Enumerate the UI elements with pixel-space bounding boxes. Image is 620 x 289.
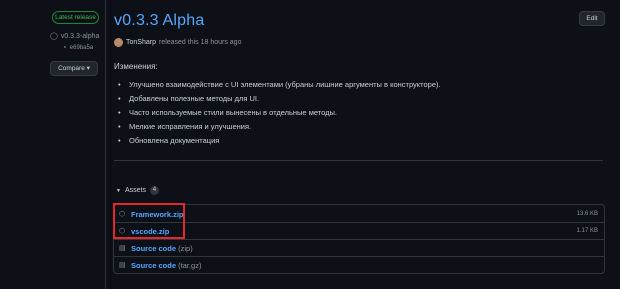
avatar[interactable]	[114, 38, 123, 47]
list-item: Мелкие исправления и улучшения.	[118, 120, 441, 134]
assets-toggle[interactable]: ▼ Assets 4	[116, 186, 159, 195]
asset-link-name: Source code	[131, 260, 177, 270]
asset-size: 1.17 KB	[576, 228, 598, 234]
divider	[114, 160, 603, 161]
asset-link[interactable]: Source code (tar.gz)	[131, 261, 201, 270]
asset-link[interactable]: Source code (zip)	[131, 244, 193, 253]
compare-label: Compare	[58, 65, 85, 72]
git-commit-icon: ∘	[63, 45, 67, 51]
release-notes-list: Улучшено взаимодействие с UI элементами …	[118, 78, 441, 148]
released-text: released this 18 hours ago	[158, 39, 242, 46]
commit-link[interactable]: ∘ e69ba5a	[63, 44, 94, 52]
tag-link[interactable]: ◯ v0.3.3-alpha	[50, 32, 100, 41]
release-notes-heading: Изменения:	[114, 62, 158, 71]
list-item: Добавлены полезные методы для UI.	[118, 92, 441, 106]
file-zip-icon: ▤	[119, 262, 126, 269]
timeline-divider	[105, 0, 106, 289]
chevron-down-icon: ▾	[86, 65, 90, 72]
asset-link-ext: (tar.gz)	[178, 260, 202, 270]
assets-list: ⬡ Framework.zip 13.6 KB ⬡ vscode.zip 1.1…	[113, 204, 605, 274]
asset-size: 13.6 KB	[576, 211, 598, 217]
release-title[interactable]: v0.3.3 Alpha	[114, 12, 204, 30]
assets-count-badge: 4	[149, 186, 159, 195]
assets-label: Assets	[124, 187, 146, 194]
latest-release-badge: Latest release	[52, 11, 99, 24]
asset-link-ext: (zip)	[178, 243, 193, 253]
compare-button[interactable]: Compare ▾	[50, 61, 98, 76]
list-item: Обновлена документация	[118, 134, 441, 148]
list-item: Часто используемые стили вынесены в отде…	[118, 106, 441, 120]
commit-hash: e69ba5a	[69, 44, 94, 51]
list-item: Улучшено взаимодействие с UI элементами …	[118, 78, 441, 92]
edit-button[interactable]: Edit	[579, 11, 605, 26]
tag-icon: ◯	[50, 33, 58, 40]
highlight-box	[113, 203, 185, 239]
tag-label: v0.3.3-alpha	[60, 32, 100, 40]
release-sidebar: Latest release ◯ v0.3.3-alpha ∘ e69ba5a …	[0, 0, 105, 289]
file-zip-icon: ▤	[119, 245, 126, 252]
author-name[interactable]: TonSharp	[126, 39, 156, 46]
release-byline: TonSharp released this 18 hours ago	[114, 38, 241, 47]
asset-row-framework-zip[interactable]: ⬡ Framework.zip 13.6 KB	[114, 206, 604, 222]
asset-row-source-tar-gz[interactable]: ▤ Source code (tar.gz)	[114, 257, 604, 273]
asset-row-source-zip[interactable]: ▤ Source code (zip)	[114, 240, 604, 256]
asset-link-name: Source code	[131, 243, 177, 253]
triangle-down-icon: ▼	[116, 187, 121, 194]
asset-row-vscode-zip[interactable]: ⬡ vscode.zip 1.17 KB	[114, 223, 604, 239]
